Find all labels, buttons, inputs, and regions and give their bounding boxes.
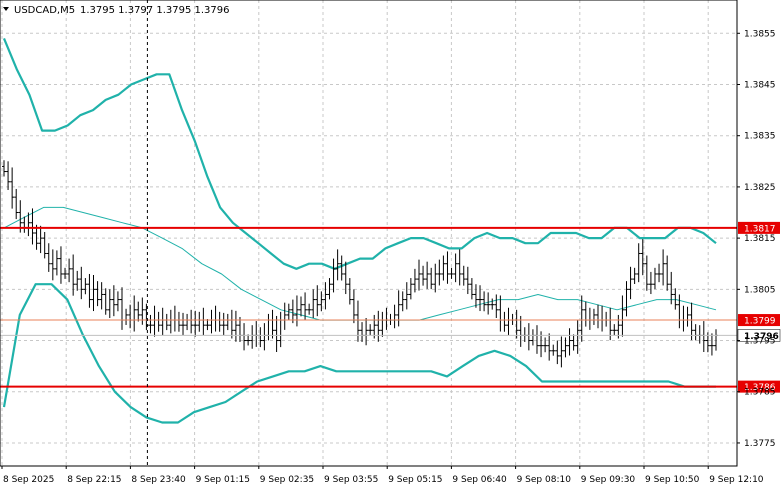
time-tick-label: 9 Sep 02:35 bbox=[260, 475, 314, 485]
price-chart[interactable]: 1.38171.37861.37991.3796 1.38551.38451.3… bbox=[0, 0, 781, 489]
time-tick-label: 9 Sep 06:40 bbox=[452, 475, 507, 485]
time-tick-label: 9 Sep 09:30 bbox=[581, 475, 636, 485]
price-tick-label: 1.3775 bbox=[744, 439, 776, 449]
price-tick-label: 1.3785 bbox=[744, 388, 776, 398]
price-tick-label: 1.3855 bbox=[744, 29, 776, 39]
symbol-label: USDCAD,M5 bbox=[14, 5, 75, 16]
time-tick-label: 9 Sep 10:50 bbox=[645, 475, 700, 485]
time-tick-label: 9 Sep 12:10 bbox=[709, 475, 764, 485]
price-tick-label: 1.3805 bbox=[744, 285, 776, 295]
chart-background bbox=[0, 0, 781, 489]
time-tick-label: 9 Sep 03:55 bbox=[324, 475, 378, 485]
time-tick-label: 8 Sep 22:15 bbox=[67, 475, 121, 485]
price-tick-label: 1.3815 bbox=[744, 234, 776, 244]
time-tick-label: 9 Sep 01:15 bbox=[196, 475, 250, 485]
price-tick-label: 1.3825 bbox=[744, 183, 776, 193]
time-tick-label: 9 Sep 08:10 bbox=[517, 475, 572, 485]
price-tag-label: 1.3799 bbox=[744, 317, 776, 327]
time-tick-label: 9 Sep 05:15 bbox=[388, 475, 442, 485]
ohlc-values: 1.3795 1.3797 1.3795 1.3796 bbox=[80, 5, 230, 16]
price-tick-label: 1.3795 bbox=[744, 337, 776, 347]
price-tag-label: 1.3817 bbox=[744, 224, 776, 234]
chart-header: USDCAD,M5 1.3795 1.3797 1.3795 1.3796 bbox=[3, 5, 230, 16]
price-tick-label: 1.3835 bbox=[744, 132, 776, 142]
time-tick-label: 8 Sep 2025 bbox=[3, 475, 54, 485]
price-tick-label: 1.3845 bbox=[744, 80, 776, 90]
time-tick-label: 8 Sep 23:40 bbox=[131, 475, 186, 485]
